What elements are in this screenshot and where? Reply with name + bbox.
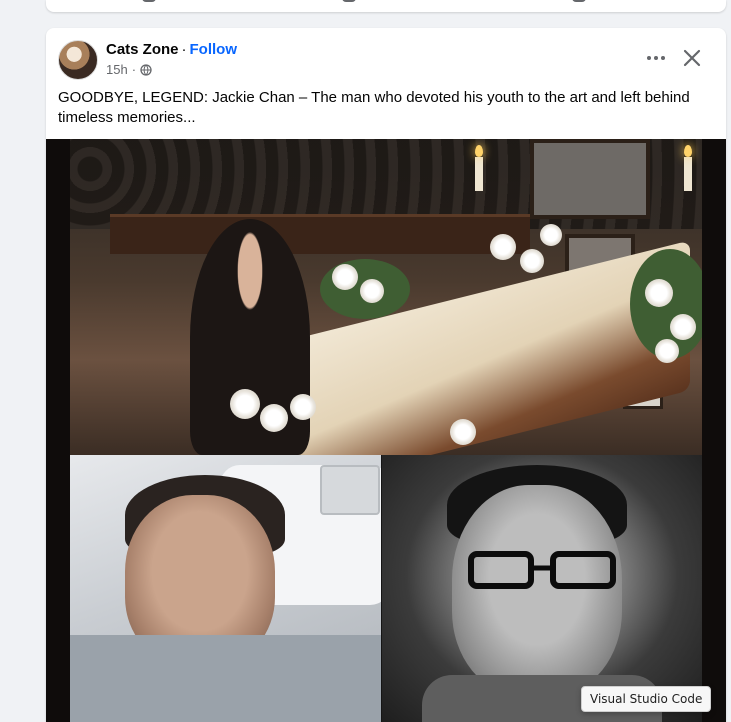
white-rose — [520, 249, 544, 273]
mourning-woman — [190, 219, 310, 455]
white-rose — [332, 264, 358, 290]
like-icon-partial — [142, 0, 156, 2]
follow-button[interactable]: Follow — [190, 41, 238, 58]
memorial-portrait-large — [530, 139, 650, 219]
white-rose — [360, 279, 384, 303]
globe-icon[interactable] — [140, 63, 152, 76]
header-separator: · — [181, 41, 187, 58]
close-icon — [683, 49, 701, 67]
image-border-left — [46, 139, 70, 722]
post-caption: GOODBYE, LEGEND: Jackie Chan – The man w… — [58, 89, 690, 126]
hospital-bed-panel — [70, 455, 381, 722]
church-pew — [110, 214, 530, 254]
hospital-gown — [70, 635, 381, 722]
candle-flame — [475, 145, 483, 157]
medical-monitor — [320, 465, 380, 515]
taskbar-tooltip: Visual Studio Code — [581, 686, 712, 712]
white-rose — [490, 234, 516, 260]
candle-flame — [684, 145, 692, 157]
white-rose — [655, 339, 679, 363]
share-icon-partial — [572, 0, 586, 2]
white-rose — [230, 389, 260, 419]
white-rose — [540, 224, 562, 246]
candle — [475, 157, 483, 191]
meta-separator: · — [131, 62, 137, 77]
post-timestamp[interactable]: 15h — [106, 62, 128, 77]
candle — [684, 157, 692, 191]
post-meta: 15h · — [106, 62, 152, 77]
previous-post-card-edge — [46, 0, 726, 12]
white-rose — [670, 314, 696, 340]
image-border-right — [702, 139, 726, 722]
author-avatar[interactable] — [58, 40, 98, 80]
white-rose — [260, 404, 288, 432]
post-image[interactable] — [46, 139, 726, 722]
author-name[interactable]: Cats Zone — [106, 41, 179, 58]
feed-post: Cats Zone · Follow 15h · GOODBYE, LEGEND: … — [46, 28, 726, 722]
portrait-panel — [382, 455, 702, 722]
portrait-face — [452, 485, 622, 695]
white-rose — [450, 419, 476, 445]
white-rose — [645, 279, 673, 307]
white-rose — [290, 394, 316, 420]
more-options-icon — [647, 56, 665, 60]
close-post-button[interactable] — [676, 42, 708, 74]
more-options-button[interactable] — [640, 42, 672, 74]
post-header: Cats Zone · Follow — [106, 41, 237, 58]
glasses-icon — [468, 551, 616, 589]
comment-icon-partial — [342, 0, 356, 2]
funeral-scene-panel — [70, 139, 702, 455]
